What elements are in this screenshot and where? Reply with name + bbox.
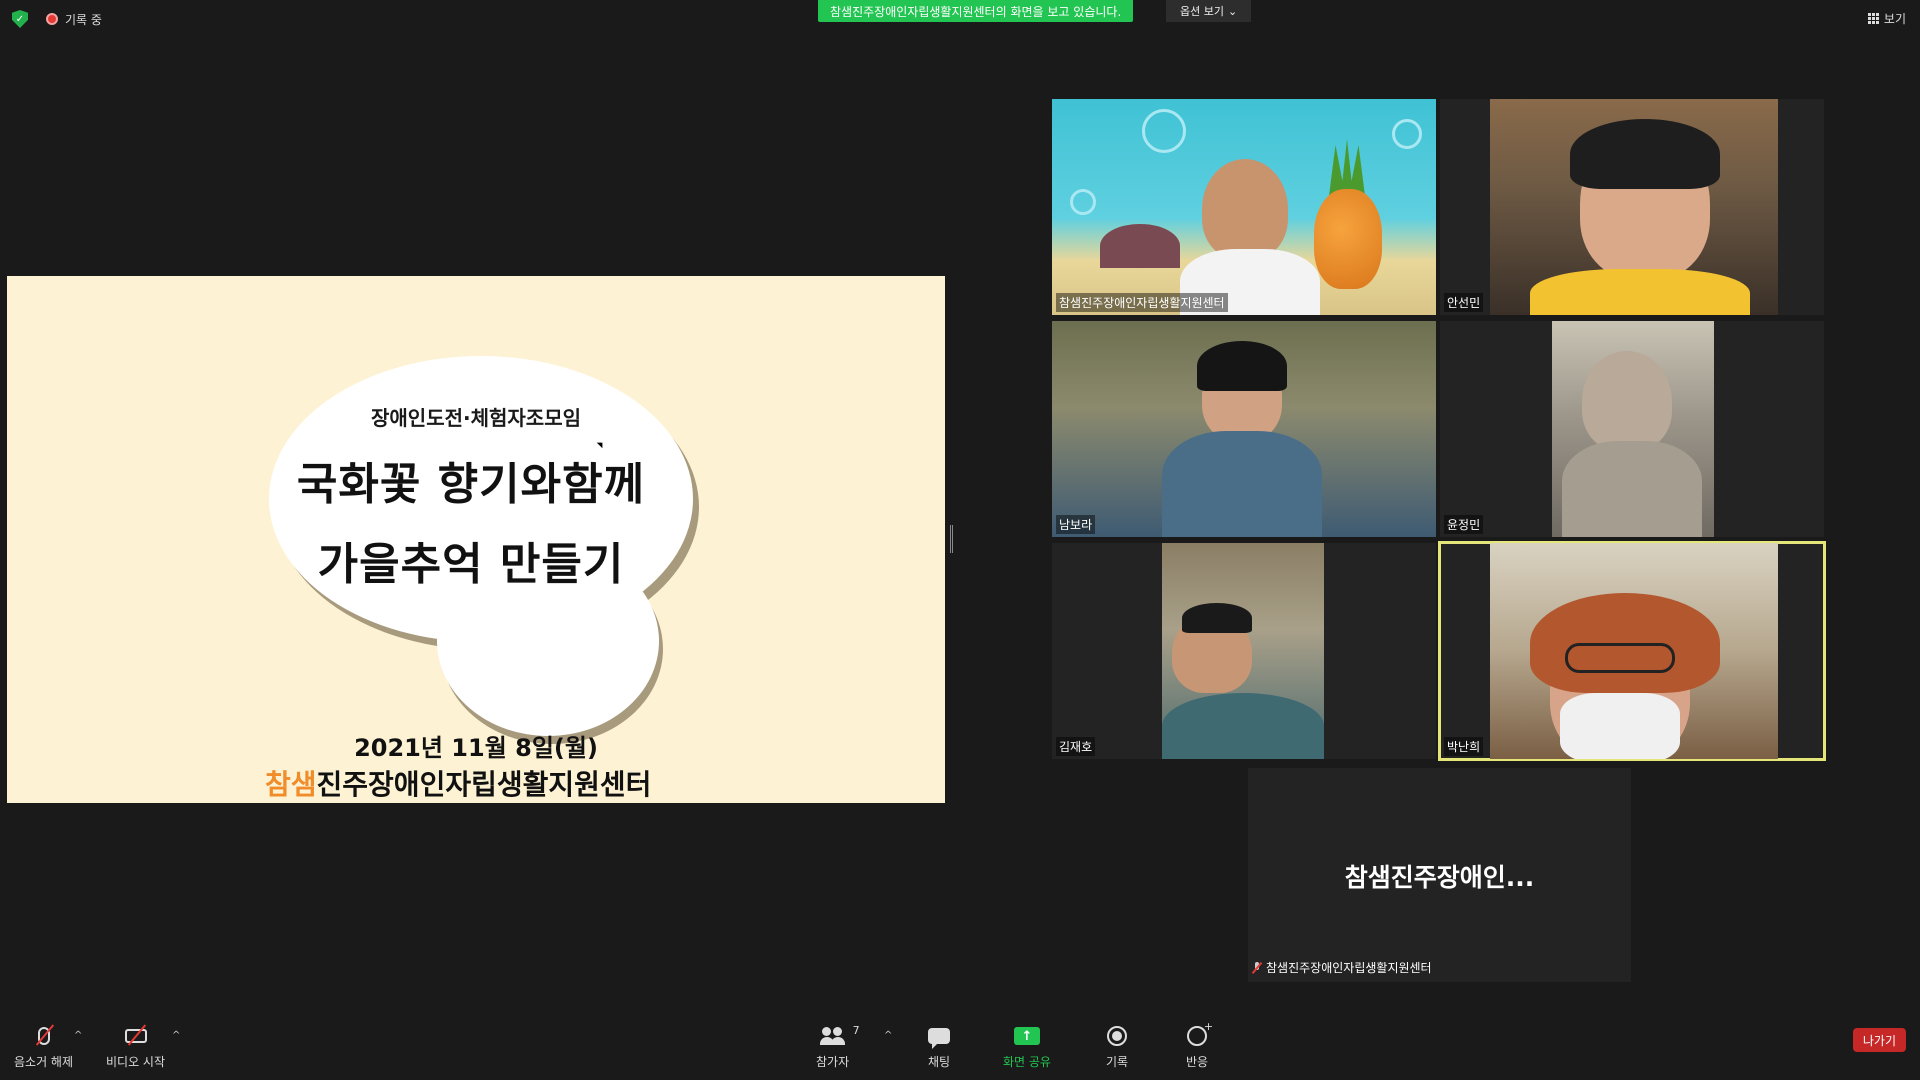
shared-screen[interactable]: 장애인도전·체험자조모임 국화꽃 향기와함께 가을추억 만들기 2021년 11… bbox=[7, 276, 945, 803]
participant-name: 안선민 bbox=[1444, 293, 1484, 312]
person-body-shape bbox=[1162, 431, 1322, 537]
record-icon bbox=[1107, 1024, 1128, 1048]
participant-name: 김재호 bbox=[1056, 737, 1096, 756]
person-hair-shape bbox=[1197, 341, 1287, 391]
flower-decoration-icon bbox=[1070, 189, 1096, 215]
leave-button[interactable]: 나가기 bbox=[1852, 1028, 1906, 1052]
participant-name: 남보라 bbox=[1056, 515, 1096, 534]
record-label: 기록 bbox=[1106, 1055, 1129, 1069]
chevron-down-icon: ⌄ bbox=[1227, 4, 1238, 18]
participant-video bbox=[1552, 321, 1714, 537]
no-video-display-name: 참샘진주장애인... bbox=[1344, 863, 1535, 892]
person-body-shape bbox=[1530, 269, 1750, 315]
person-hair-shape bbox=[1182, 603, 1252, 633]
grid-view-icon bbox=[1867, 13, 1879, 24]
video-tile[interactable]: 참샘진주장애인자립생활지원센터 bbox=[1052, 99, 1436, 315]
slide-subtitle: 장애인도전·체험자조모임 bbox=[371, 406, 581, 430]
participant-name: 참샘진주장애인자립생활지원센터 bbox=[1266, 961, 1432, 975]
share-screen-icon: ↑ bbox=[1013, 1024, 1040, 1048]
share-screen-label: 화면 공유 bbox=[1003, 1055, 1051, 1069]
person-hair-shape bbox=[1570, 119, 1720, 189]
video-options-chevron-icon[interactable]: ^ bbox=[172, 1030, 180, 1041]
person-head-shape bbox=[1582, 351, 1672, 451]
participant-video bbox=[1490, 99, 1778, 315]
unmute-label: 음소거 해제 bbox=[14, 1055, 74, 1069]
start-video-button[interactable]: 비디오 시작 bbox=[106, 1024, 165, 1070]
pillow-shape bbox=[1162, 693, 1324, 759]
org-name: 진주장애인자립생활지원센터 bbox=[316, 768, 652, 801]
participant-name: 참샘진주장애인자립생활지원센터 bbox=[1056, 293, 1228, 312]
org-brand-logo: 참샘 bbox=[265, 768, 317, 801]
person-body-shape bbox=[1562, 441, 1702, 537]
participant-name: 박난희 bbox=[1444, 737, 1484, 756]
screen-share-banner: 참샘진주장애인자립생활지원센터의 화면을 보고 있습니다. bbox=[818, 0, 1134, 22]
flower-decoration-icon bbox=[1392, 119, 1422, 149]
participants-count: 7 bbox=[852, 1024, 860, 1037]
zoom-meeting-window: ✓ 기록 중 참샘진주장애인자립생활지원센터의 화면을 보고 있습니다. 옵션 … bbox=[0, 0, 1920, 1080]
chat-icon bbox=[928, 1024, 951, 1049]
recording-indicator[interactable]: 기록 중 bbox=[46, 11, 102, 28]
no-video-tile[interactable]: 참샘진주장애인... 참샘진주장애인자립생활지원센터 bbox=[1248, 768, 1631, 982]
participants-options-chevron-icon[interactable]: ^ bbox=[884, 1030, 892, 1041]
record-button[interactable]: 기록 bbox=[1106, 1024, 1128, 1070]
video-tile[interactable]: 윤정민 bbox=[1440, 321, 1824, 537]
top-left-status: ✓ 기록 중 bbox=[12, 10, 102, 28]
muted-mic-icon bbox=[1252, 961, 1262, 974]
flower-decoration-icon bbox=[1142, 109, 1186, 153]
face-mask-shape bbox=[1560, 693, 1680, 759]
chat-label: 채팅 bbox=[928, 1055, 951, 1069]
view-options-button[interactable]: 옵션 보기 ⌄ bbox=[1166, 0, 1252, 22]
mic-icon bbox=[35, 1024, 54, 1048]
reactions-icon bbox=[1187, 1020, 1213, 1048]
slide-date: 2021년 11월 8일(월) bbox=[354, 734, 598, 762]
split-resize-handle[interactable] bbox=[950, 525, 953, 553]
unmute-button[interactable]: 음소거 해제 bbox=[14, 1024, 73, 1070]
start-video-label: 비디오 시작 bbox=[106, 1055, 166, 1069]
slide-organization: 참샘 진주장애인자립생활지원센터 bbox=[265, 763, 651, 803]
participant-video bbox=[1490, 543, 1778, 759]
view-button[interactable]: 보기 bbox=[1867, 10, 1906, 27]
participants-button[interactable]: 7 참가자 bbox=[816, 1024, 860, 1070]
recording-dot-icon bbox=[46, 13, 58, 25]
recording-label: 기록 중 bbox=[65, 12, 102, 27]
audio-options-chevron-icon[interactable]: ^ bbox=[74, 1030, 82, 1041]
meeting-toolbar: 음소거 해제 ^ 비디오 시작 ^ 7 참가자 ^ 채팅 ↑ 화면 공유 기록 bbox=[0, 1018, 1920, 1080]
video-tile[interactable]: 김재호 bbox=[1052, 543, 1436, 759]
reactions-button[interactable]: 반응 bbox=[1186, 1020, 1213, 1070]
participant-video bbox=[1052, 321, 1436, 537]
share-screen-button[interactable]: ↑ 화면 공유 bbox=[1003, 1024, 1051, 1070]
slide-title-line2: 가을추억 만들기 bbox=[317, 539, 625, 590]
participant-video bbox=[1162, 543, 1324, 759]
person-head-shape bbox=[1202, 159, 1288, 259]
no-video-name-label: 참샘진주장애인자립생활지원센터 bbox=[1252, 959, 1432, 976]
video-tile[interactable]: 안선민 bbox=[1440, 99, 1824, 315]
rock-house-shape bbox=[1100, 224, 1180, 268]
slide-title-line1: 국화꽃 향기와함께 bbox=[296, 459, 646, 510]
security-shield-icon[interactable]: ✓ bbox=[12, 10, 28, 28]
participants-icon bbox=[819, 1027, 846, 1045]
participants-icon-wrap: 7 bbox=[819, 1024, 860, 1048]
reactions-label: 반응 bbox=[1186, 1055, 1209, 1069]
view-label: 보기 bbox=[1883, 12, 1906, 26]
video-tile[interactable]: 남보라 bbox=[1052, 321, 1436, 537]
participant-video bbox=[1052, 99, 1436, 315]
chat-button[interactable]: 채팅 bbox=[928, 1024, 950, 1070]
glasses-shape bbox=[1565, 643, 1675, 673]
active-speaker-tile[interactable]: 박난희 bbox=[1438, 541, 1826, 761]
view-options-label: 옵션 보기 bbox=[1180, 5, 1224, 18]
participant-name: 윤정민 bbox=[1444, 515, 1484, 534]
pineapple-house-shape bbox=[1314, 189, 1382, 289]
participants-label: 참가자 bbox=[816, 1055, 850, 1069]
camera-icon bbox=[124, 1024, 147, 1048]
